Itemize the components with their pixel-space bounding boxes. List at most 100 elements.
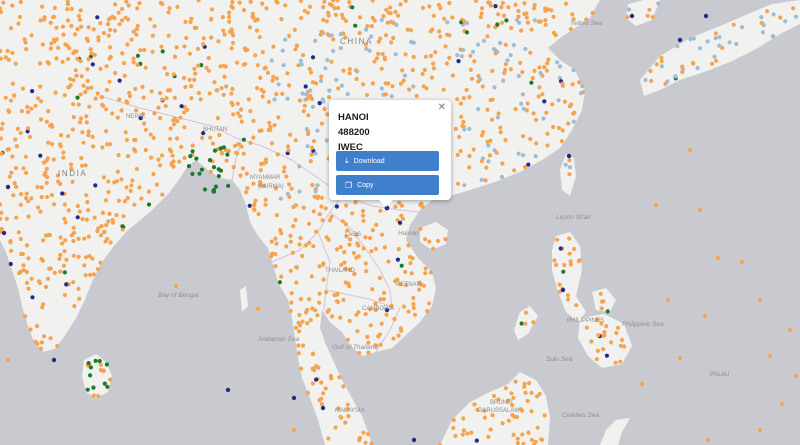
- station-marker[interactable]: [38, 117, 44, 122]
- station-marker[interactable]: [182, 155, 187, 161]
- station-marker[interactable]: [712, 54, 717, 59]
- station-marker[interactable]: [565, 293, 571, 298]
- station-marker[interactable]: [345, 92, 350, 97]
- station-marker[interactable]: [688, 37, 693, 42]
- station-marker[interactable]: [353, 68, 358, 73]
- station-marker[interactable]: [235, 101, 240, 106]
- station-marker[interactable]: [42, 334, 47, 339]
- station-marker[interactable]: [334, 77, 339, 82]
- station-marker[interactable]: [26, 256, 31, 261]
- station-marker[interactable]: [48, 20, 53, 25]
- station-marker[interactable]: [85, 67, 90, 72]
- station-marker[interactable]: [187, 77, 192, 82]
- station-marker[interactable]: [62, 270, 67, 275]
- station-marker[interactable]: [347, 71, 352, 76]
- station-marker[interactable]: [244, 171, 249, 176]
- station-marker[interactable]: [562, 99, 568, 104]
- station-marker[interactable]: [213, 184, 219, 189]
- station-marker[interactable]: [62, 202, 67, 207]
- station-marker[interactable]: [665, 297, 671, 303]
- station-marker[interactable]: [310, 351, 315, 357]
- station-marker[interactable]: [378, 342, 383, 347]
- station-marker[interactable]: [286, 182, 292, 187]
- station-marker[interactable]: [107, 56, 112, 61]
- station-marker[interactable]: [44, 119, 50, 124]
- station-marker[interactable]: [95, 267, 101, 272]
- station-marker[interactable]: [76, 286, 81, 291]
- station-marker[interactable]: [131, 56, 136, 61]
- station-marker[interactable]: [376, 51, 381, 56]
- station-marker[interactable]: [61, 150, 66, 155]
- station-marker[interactable]: [21, 268, 26, 273]
- station-marker[interactable]: [227, 29, 232, 34]
- station-marker[interactable]: [89, 51, 94, 56]
- station-marker[interactable]: [77, 296, 82, 301]
- station-marker[interactable]: [142, 47, 147, 53]
- station-marker[interactable]: [142, 121, 147, 126]
- station-marker[interactable]: [589, 339, 594, 344]
- station-marker[interactable]: [45, 60, 50, 65]
- station-marker[interactable]: [283, 3, 288, 8]
- station-marker[interactable]: [272, 123, 277, 128]
- station-marker[interactable]: [248, 0, 253, 4]
- station-marker[interactable]: [488, 427, 493, 432]
- station-marker[interactable]: [364, 92, 370, 98]
- station-marker[interactable]: [386, 81, 391, 86]
- station-marker[interactable]: [61, 155, 66, 160]
- station-marker[interactable]: [315, 313, 320, 318]
- station-marker[interactable]: [211, 165, 217, 170]
- station-marker[interactable]: [793, 373, 799, 379]
- station-marker[interactable]: [491, 393, 497, 399]
- station-marker[interactable]: [62, 249, 67, 254]
- station-marker[interactable]: [364, 27, 369, 32]
- station-marker[interactable]: [342, 250, 347, 255]
- station-marker[interactable]: [9, 170, 14, 175]
- station-marker[interactable]: [81, 83, 86, 88]
- station-marker[interactable]: [160, 192, 165, 197]
- station-marker[interactable]: [338, 31, 343, 37]
- station-marker[interactable]: [48, 123, 53, 128]
- station-marker[interactable]: [226, 14, 232, 20]
- station-marker[interactable]: [542, 99, 547, 104]
- station-marker[interactable]: [325, 57, 330, 63]
- station-marker[interactable]: [166, 33, 171, 38]
- station-marker[interactable]: [544, 110, 549, 115]
- station-marker[interactable]: [373, 246, 378, 251]
- station-marker[interactable]: [41, 238, 46, 243]
- station-marker[interactable]: [472, 402, 477, 407]
- station-marker[interactable]: [123, 15, 128, 20]
- station-marker[interactable]: [242, 8, 247, 13]
- station-marker[interactable]: [519, 28, 524, 33]
- station-marker[interactable]: [107, 79, 112, 84]
- station-marker[interactable]: [296, 351, 301, 356]
- station-marker[interactable]: [468, 67, 473, 72]
- station-marker[interactable]: [60, 241, 65, 246]
- station-marker[interactable]: [389, 303, 394, 308]
- station-marker[interactable]: [79, 156, 84, 161]
- station-marker[interactable]: [543, 22, 548, 27]
- station-marker[interactable]: [551, 30, 557, 35]
- station-marker[interactable]: [327, 95, 332, 100]
- station-marker[interactable]: [65, 18, 71, 23]
- station-marker[interactable]: [373, 343, 378, 348]
- station-marker[interactable]: [499, 174, 505, 180]
- station-marker[interactable]: [5, 357, 11, 363]
- station-marker[interactable]: [139, 196, 144, 201]
- station-marker[interactable]: [294, 43, 299, 48]
- station-marker[interactable]: [61, 32, 66, 37]
- station-marker[interactable]: [50, 142, 55, 147]
- station-marker[interactable]: [106, 219, 111, 224]
- station-marker[interactable]: [38, 61, 43, 66]
- station-marker[interactable]: [20, 86, 25, 91]
- station-marker[interactable]: [496, 397, 501, 402]
- station-marker[interactable]: [168, 136, 173, 141]
- station-marker[interactable]: [78, 92, 83, 97]
- station-marker[interactable]: [523, 46, 528, 52]
- station-marker[interactable]: [190, 149, 195, 154]
- station-marker[interactable]: [347, 318, 352, 324]
- station-marker[interactable]: [604, 324, 609, 329]
- station-marker[interactable]: [323, 206, 328, 211]
- station-marker[interactable]: [208, 135, 213, 140]
- station-marker[interactable]: [261, 89, 266, 94]
- station-marker[interactable]: [410, 68, 415, 73]
